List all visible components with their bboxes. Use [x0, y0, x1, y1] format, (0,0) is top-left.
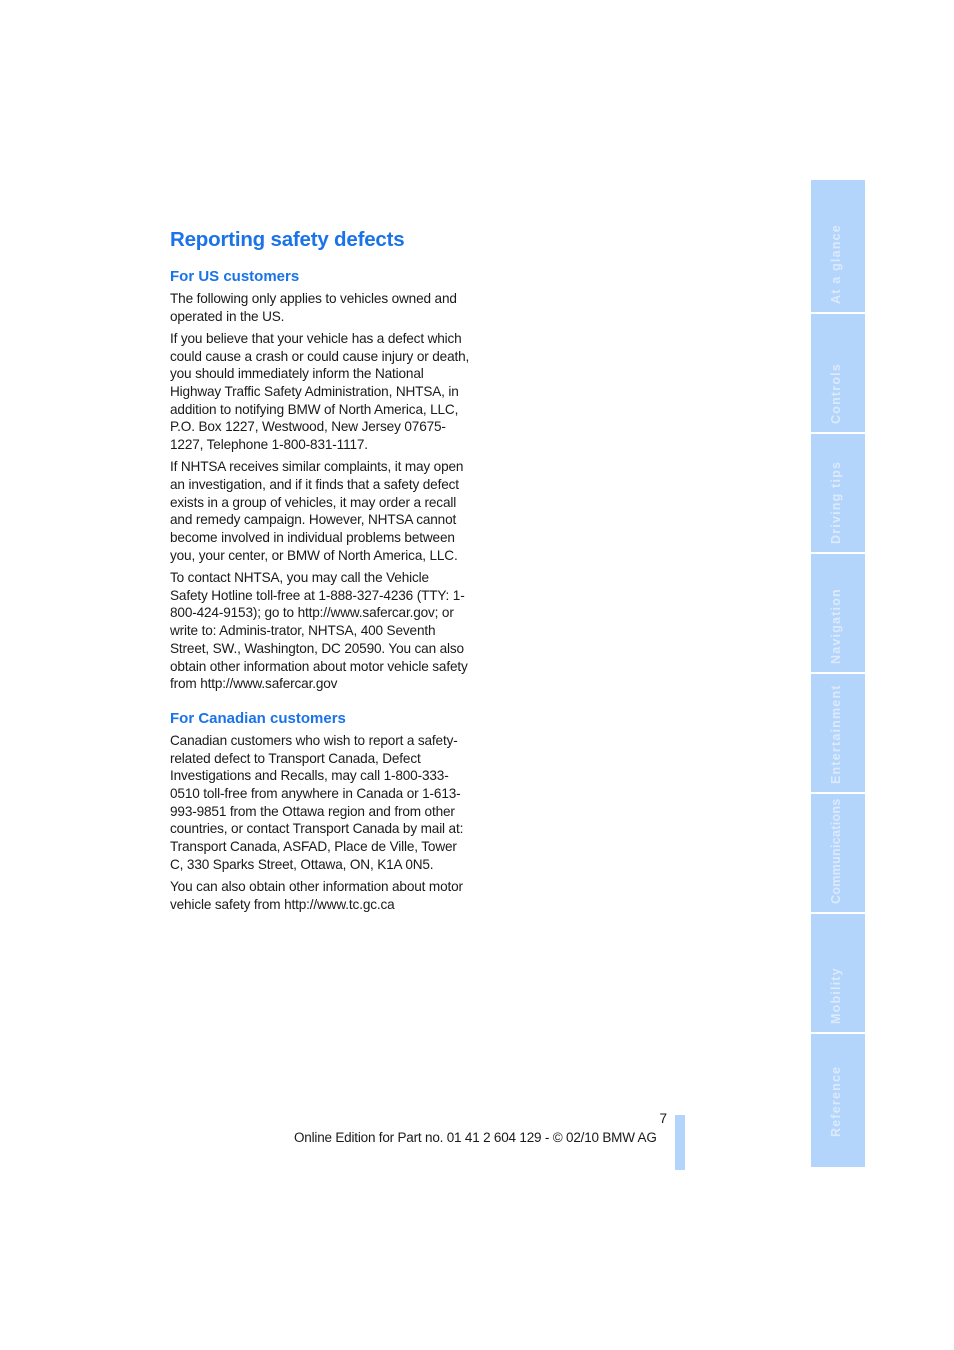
paragraph: If NHTSA receives similar complaints, it…: [170, 459, 464, 563]
section-heading-us: For US customers: [170, 268, 300, 285]
page-title: Reporting safety defects: [170, 228, 405, 251]
tab-label: Mobility: [829, 967, 843, 1024]
paragraph: Canadian customers who wish to report a …: [170, 732, 464, 872]
tab-controls[interactable]: Controls: [811, 314, 865, 432]
paragraph: To contact NHTSA, you may call the Vehic…: [170, 570, 468, 692]
tab-label: Driving tips: [829, 460, 843, 544]
tab-label: At a glance: [829, 224, 843, 304]
tab-communications[interactable]: Communications: [811, 794, 865, 912]
tab-label: Controls: [829, 363, 843, 424]
main-content: Reporting safety defects For US customer…: [170, 226, 470, 914]
paragraph: If you believe that your vehicle has a d…: [170, 330, 470, 453]
tab-at-a-glance[interactable]: At a glance: [811, 180, 865, 312]
page-number: 7: [659, 1111, 667, 1126]
tab-reference[interactable]: Reference: [811, 1034, 865, 1167]
tab-mobility[interactable]: Mobility: [811, 914, 865, 1032]
section-heading-canada: For Canadian customers: [170, 709, 346, 727]
tab-entertainment[interactable]: Entertainment: [811, 674, 865, 792]
paragraph: You can also obtain other information ab…: [170, 879, 463, 912]
tab-label: Reference: [829, 1065, 843, 1137]
tab-label: Navigation: [829, 588, 843, 664]
tab-label: Communications: [829, 798, 843, 904]
tab-label: Entertainment: [829, 684, 843, 784]
tab-navigation[interactable]: Navigation: [811, 554, 865, 672]
tab-driving-tips[interactable]: Driving tips: [811, 434, 865, 552]
edition-text: Online Edition for Part no. 01 41 2 604 …: [294, 1130, 657, 1145]
paragraph: The following only applies to vehicles o…: [170, 291, 457, 324]
page-marker-bar: [675, 1115, 685, 1170]
